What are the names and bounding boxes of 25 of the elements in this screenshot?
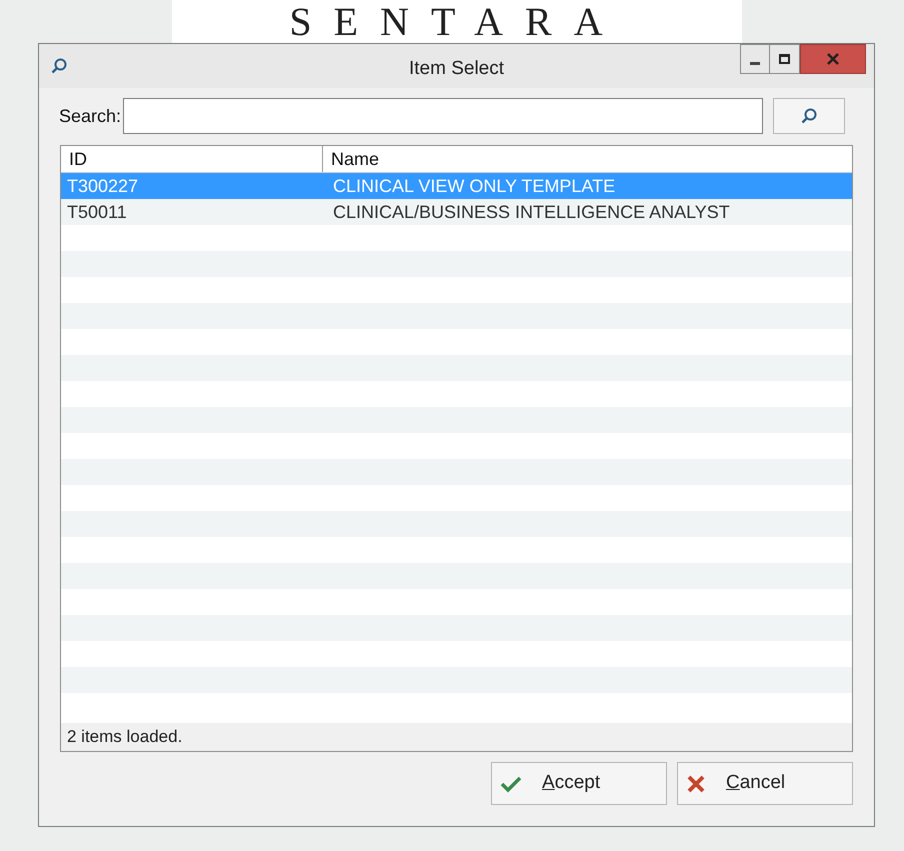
- checkmark-icon: [500, 774, 522, 792]
- name-cell-text: CLINICAL VIEW ONLY TEMPLATE: [332, 175, 616, 198]
- id-cell-text: T300227: [66, 175, 140, 198]
- close-button[interactable]: [800, 44, 866, 74]
- search-field[interactable]: [123, 98, 764, 134]
- cross-icon: [686, 774, 706, 794]
- name-cell-text: CLINICAL/BUSINESS INTELLIGENCE ANALYST: [332, 201, 731, 224]
- search-button[interactable]: [773, 98, 846, 134]
- column-header[interactable]: ID: [61, 146, 323, 172]
- close-icon: [827, 53, 839, 65]
- search-icon: [800, 107, 818, 125]
- minimize-button[interactable]: [740, 44, 770, 74]
- table-row[interactable]: T50011 CLINICAL/BUSINESS INTELLIGENCE ANALYST: [61, 199, 852, 225]
- accept-button[interactable]: Accept: [491, 762, 667, 805]
- search-label: Search:: [59, 104, 122, 128]
- maximize-button[interactable]: [770, 44, 800, 74]
- id-cell-text: T50011: [66, 201, 128, 224]
- status-text: 2 items loaded.: [67, 726, 182, 748]
- minimize-icon: [750, 62, 760, 64]
- cancel-button[interactable]: Cancel: [677, 762, 853, 805]
- maximize-icon: [779, 54, 790, 64]
- window-title: Item Select: [408, 57, 506, 81]
- search-icon: [50, 57, 68, 75]
- column-header[interactable]: Name: [323, 146, 852, 172]
- background-logo: SENTARA: [289, 1, 625, 43]
